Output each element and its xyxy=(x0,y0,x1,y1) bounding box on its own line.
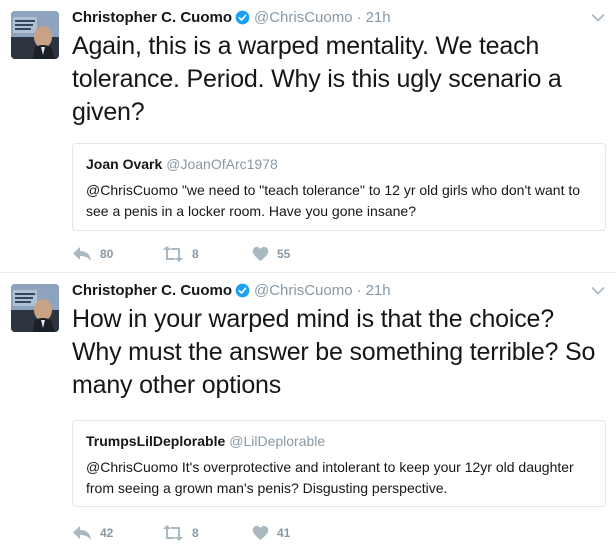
verified-badge-icon xyxy=(235,283,250,298)
quoted-tweet[interactable]: Joan Ovark @JoanOfArc1978 @ChrisCuomo "we… xyxy=(72,143,606,231)
reply-count: 42 xyxy=(100,526,114,540)
reply-button[interactable]: 42 xyxy=(72,525,162,541)
reply-icon xyxy=(72,525,92,541)
quoted-text: @ChrisCuomo It's overprotective and into… xyxy=(86,459,574,496)
like-count: 41 xyxy=(277,526,291,540)
avatar[interactable] xyxy=(11,11,59,59)
tweet-text: How in your warped mind is that the choi… xyxy=(72,305,596,399)
tweet-text: Again, this is a warped mentality. We te… xyxy=(72,32,562,126)
action-bar: 42 8 41 xyxy=(72,523,342,543)
tweet-header: Christopher C. Cuomo @ChrisCuomo · 21h xyxy=(72,6,576,28)
retweet-count: 8 xyxy=(192,247,199,261)
tweet-header: Christopher C. Cuomo @ChrisCuomo · 21h xyxy=(72,279,576,301)
retweet-button[interactable]: 8 xyxy=(162,525,252,541)
quoted-author-handle: @JoanOfArc1978 xyxy=(166,156,278,172)
retweet-button[interactable]: 8 xyxy=(162,246,252,262)
like-count: 55 xyxy=(277,247,291,261)
avatar[interactable] xyxy=(11,284,59,332)
action-bar: 80 8 55 xyxy=(72,244,342,264)
heart-icon xyxy=(252,525,269,541)
reply-icon xyxy=(72,246,92,262)
tweet[interactable]: Christopher C. Cuomo @ChrisCuomo · 21h H… xyxy=(0,273,616,546)
quoted-author-name: Joan Ovark xyxy=(86,156,163,172)
quoted-author-name: TrumpsLilDeplorable xyxy=(86,433,226,449)
like-button[interactable]: 55 xyxy=(252,246,342,262)
verified-badge-icon xyxy=(235,10,250,25)
heart-icon xyxy=(252,246,269,262)
tweet[interactable]: Christopher C. Cuomo @ChrisCuomo · 21h A… xyxy=(0,0,616,273)
retweet-count: 8 xyxy=(192,526,199,540)
timestamp[interactable]: 21h xyxy=(366,9,391,26)
like-button[interactable]: 41 xyxy=(252,525,342,541)
timestamp[interactable]: 21h xyxy=(366,282,391,299)
quoted-header: Joan Ovark @JoanOfArc1978 xyxy=(86,156,278,172)
author-handle[interactable]: @ChrisCuomo xyxy=(254,9,353,26)
reply-button[interactable]: 80 xyxy=(72,246,162,262)
separator: · xyxy=(356,8,362,26)
author-handle[interactable]: @ChrisCuomo xyxy=(254,282,353,299)
chevron-down-icon[interactable] xyxy=(591,283,605,295)
retweet-icon xyxy=(162,246,184,262)
quoted-header: TrumpsLilDeplorable @LilDeplorable xyxy=(86,433,325,449)
chevron-down-icon[interactable] xyxy=(591,10,605,22)
reply-count: 80 xyxy=(100,247,114,261)
author-name[interactable]: Christopher C. Cuomo xyxy=(72,282,232,299)
retweet-icon xyxy=(162,525,184,541)
separator: · xyxy=(356,281,362,299)
quoted-text: @ChrisCuomo "we need to "teach tolerance… xyxy=(86,182,581,219)
author-name[interactable]: Christopher C. Cuomo xyxy=(72,9,232,26)
quoted-author-handle: @LilDeplorable xyxy=(229,433,326,449)
quoted-tweet[interactable]: TrumpsLilDeplorable @LilDeplorable @Chris… xyxy=(72,420,606,507)
